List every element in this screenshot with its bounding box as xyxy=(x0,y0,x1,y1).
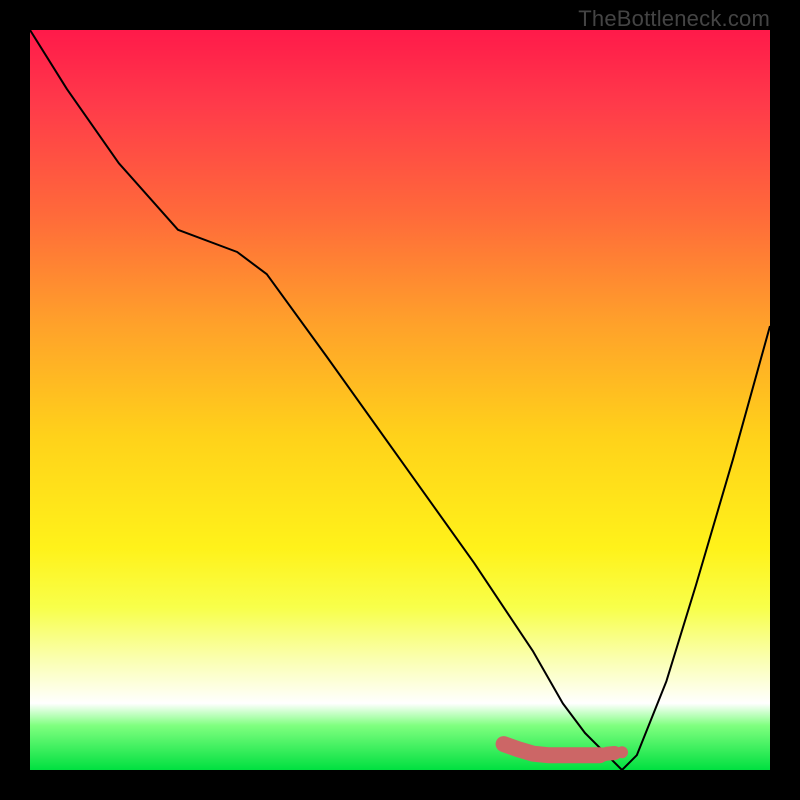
attribution-text: TheBottleneck.com xyxy=(578,6,770,32)
chart-canvas: TheBottleneck.com xyxy=(0,0,800,800)
plot-area xyxy=(30,30,770,770)
gradient-background xyxy=(30,30,770,770)
